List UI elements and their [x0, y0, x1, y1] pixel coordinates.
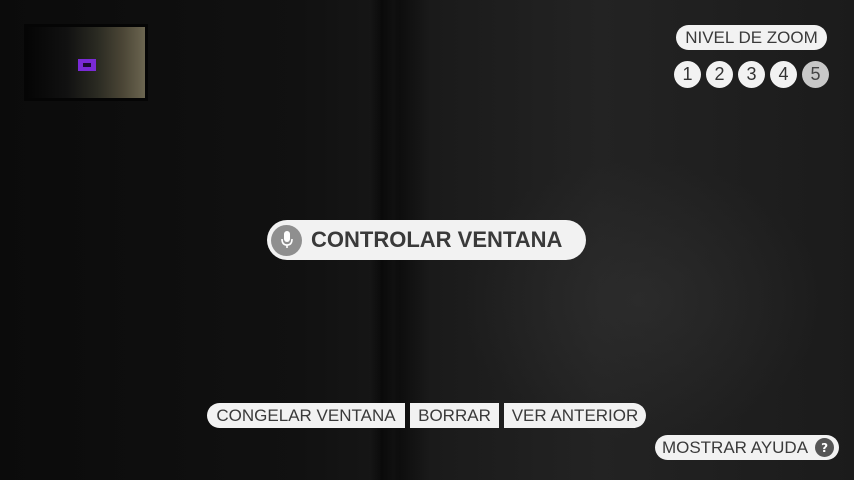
show-help-button[interactable]: MOSTRAR AYUDA ? [655, 435, 839, 460]
zoom-level-1[interactable]: 1 [674, 61, 701, 88]
view-previous-button[interactable]: VER ANTERIOR [504, 403, 646, 428]
show-help-label: MOSTRAR AYUDA [661, 437, 809, 457]
zoom-level-5[interactable]: 5 [802, 61, 829, 88]
zoom-level-2[interactable]: 2 [706, 61, 733, 88]
zoom-level-4[interactable]: 4 [770, 61, 797, 88]
freeze-window-button[interactable]: CONGELAR VENTANA [207, 403, 405, 428]
control-window-label: CONTROLAR VENTANA [311, 227, 563, 252]
zoom-level-3[interactable]: 3 [738, 61, 765, 88]
help-question-icon: ? [815, 438, 835, 457]
control-window-button[interactable]: CONTROLAR VENTANA [267, 220, 586, 260]
microphone-icon [271, 224, 302, 256]
minimap[interactable] [24, 24, 148, 101]
zoom-level-label: NIVEL DE ZOOM [676, 25, 827, 50]
minimap-viewport-highlight [78, 59, 96, 71]
clear-button[interactable]: BORRAR [410, 403, 499, 428]
